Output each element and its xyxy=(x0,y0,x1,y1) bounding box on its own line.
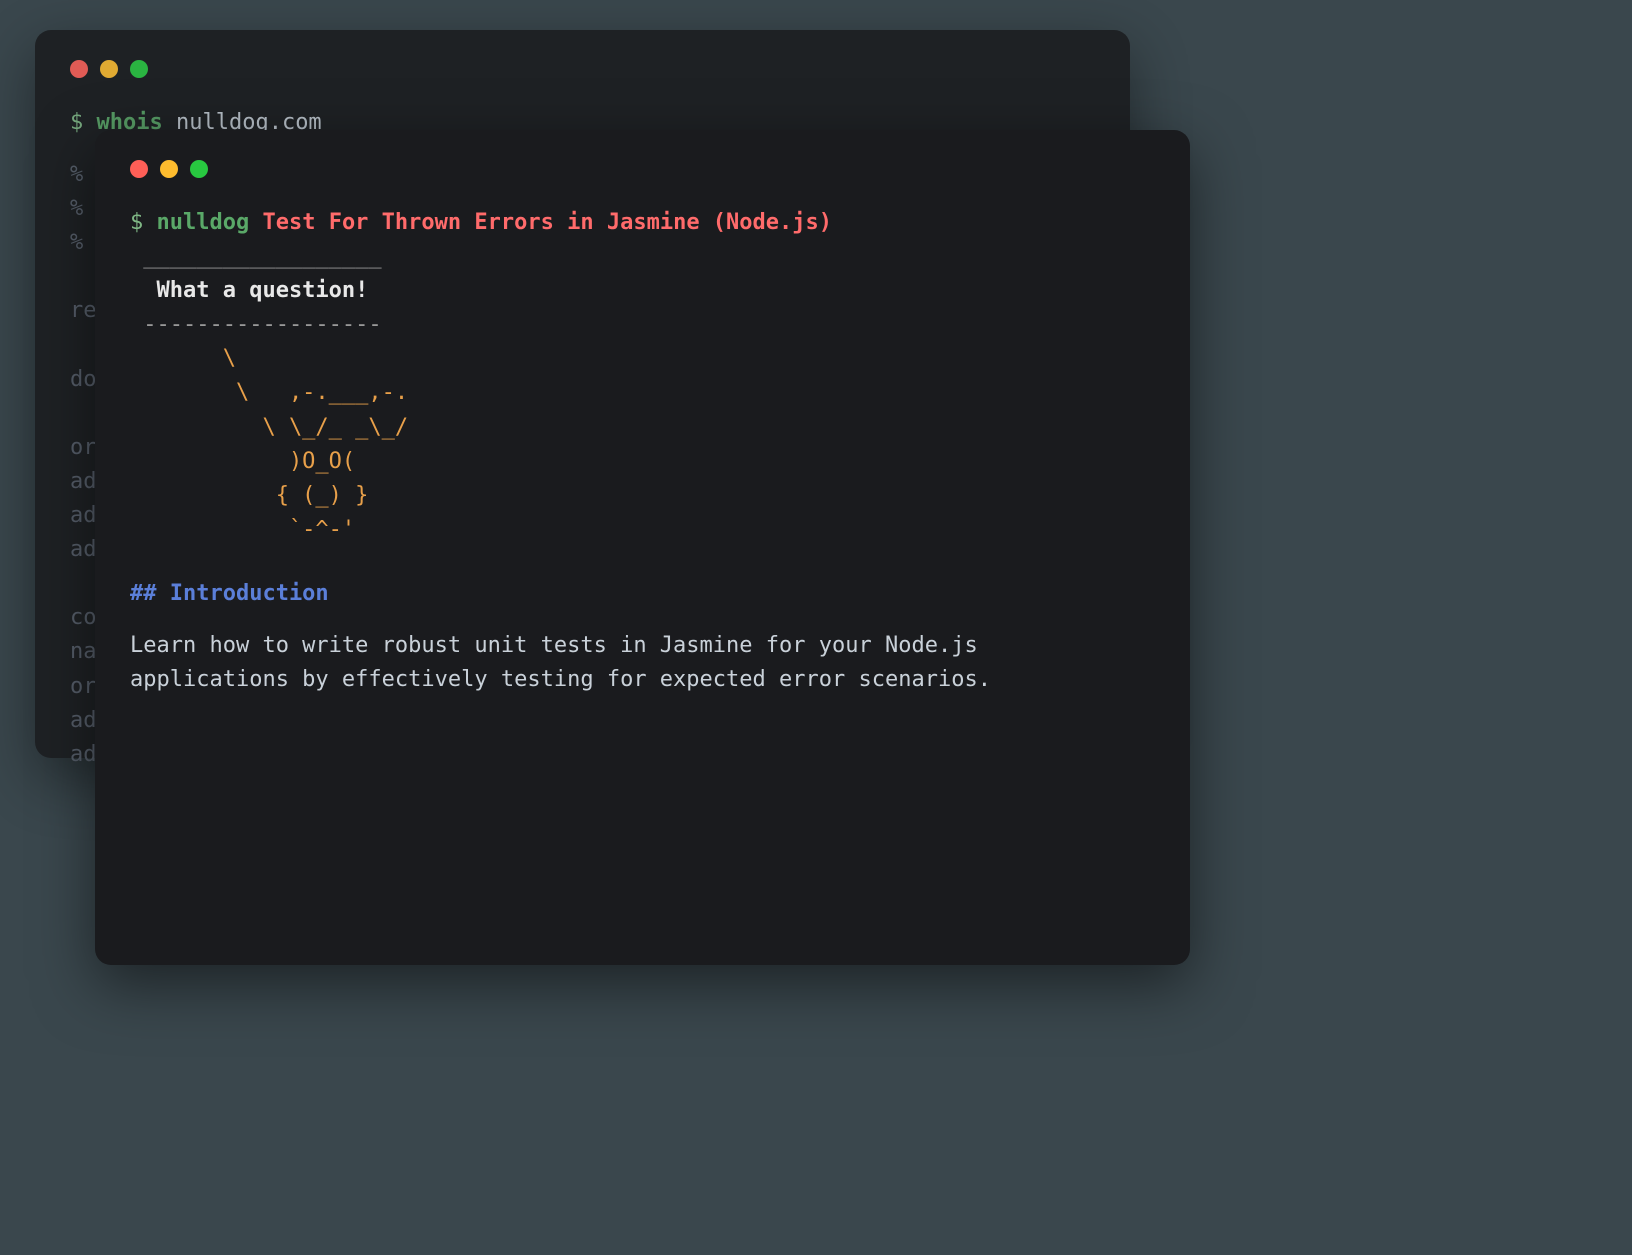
ascii-dog-art: \ \ ,-.___,-. \ \_/_ _\_/ )O_O( { (_) } … xyxy=(130,342,1155,547)
close-icon[interactable] xyxy=(130,160,148,178)
section-heading: ## Introduction xyxy=(130,577,1155,611)
close-icon[interactable] xyxy=(70,60,88,78)
minimize-icon[interactable] xyxy=(160,160,178,178)
prompt-dollar: $ xyxy=(70,110,83,135)
intro-paragraph: Learn how to write robust unit tests in … xyxy=(130,629,1130,697)
command-text: nulldog xyxy=(157,210,250,235)
speech-border-top: __________________ xyxy=(130,240,1155,274)
article-title: Test For Thrown Errors in Jasmine (Node.… xyxy=(262,210,832,235)
traffic-lights xyxy=(130,160,1155,178)
front-prompt-line: $ nulldog Test For Thrown Errors in Jasm… xyxy=(130,206,1155,240)
maximize-icon[interactable] xyxy=(130,60,148,78)
minimize-icon[interactable] xyxy=(100,60,118,78)
traffic-lights xyxy=(70,60,1095,78)
maximize-icon[interactable] xyxy=(190,160,208,178)
prompt-dollar: $ xyxy=(130,210,143,235)
speech-text: What a question! xyxy=(130,274,1155,308)
speech-border-bottom: ------------------ xyxy=(130,308,1155,342)
terminal-window-front: $ nulldog Test For Thrown Errors in Jasm… xyxy=(95,130,1190,965)
